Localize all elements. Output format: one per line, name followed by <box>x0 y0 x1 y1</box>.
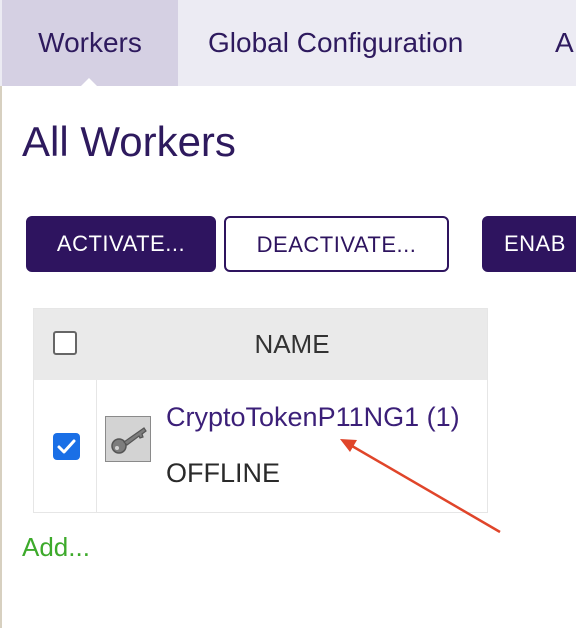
page: Workers Global Configuration A All Worke… <box>0 0 576 628</box>
annotation-arrow <box>340 439 501 534</box>
